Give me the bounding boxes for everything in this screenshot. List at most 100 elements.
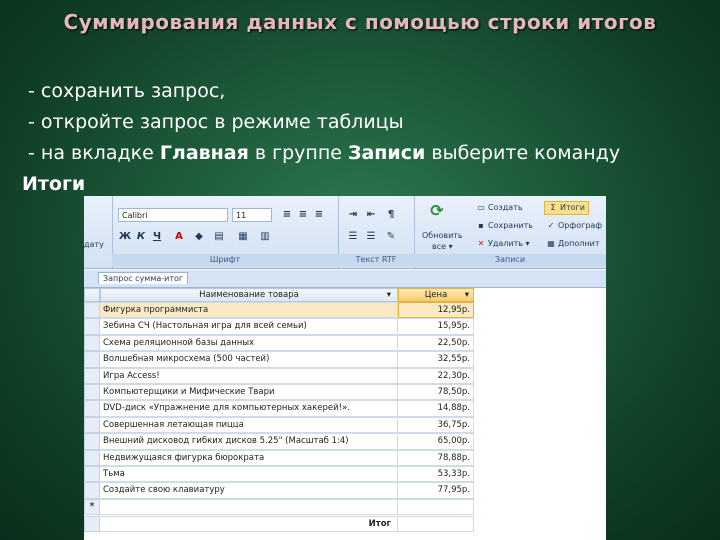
row-selector[interactable]	[84, 449, 100, 466]
gridlines-icon[interactable]: ▦	[236, 230, 250, 244]
price-cell[interactable]: 15,95р.	[398, 318, 474, 335]
row-selector[interactable]	[84, 302, 100, 319]
ribbon: дату Calibri 11 ≡ ≡ ≡ Ж К Ч A ◆ ▤ ▦ ▥ Шр…	[84, 196, 606, 269]
new-record-icon: ▭	[477, 203, 485, 212]
totals-label: Итоги	[560, 203, 585, 212]
product-name-cell[interactable]: Внешний дисковод гибких дисков 5.25" (Ма…	[100, 433, 398, 450]
new-record-row[interactable]: *	[84, 499, 606, 516]
product-name-cell[interactable]: Схема реляционной базы данных	[100, 334, 398, 352]
new-record-name-cell[interactable]	[100, 499, 398, 516]
row-selector[interactable]	[84, 416, 100, 434]
underline-icon[interactable]: Ч	[150, 230, 164, 244]
row-selector[interactable]	[84, 466, 100, 483]
price-cell[interactable]: 32,55р.	[398, 351, 474, 368]
row-selector[interactable]	[84, 318, 100, 335]
price-cell[interactable]: 36,75р.	[398, 416, 474, 434]
indent-icon[interactable]: ⇥	[346, 208, 360, 222]
spelling-label: Орфограф	[558, 221, 603, 230]
instruction-3-suffix: выберите команду	[425, 142, 621, 164]
column-header-price[interactable]: Цена ▾	[398, 288, 474, 302]
font-combo[interactable]: Calibri	[118, 208, 228, 222]
align-right-icon[interactable]: ≡	[312, 208, 326, 222]
records-group-label: Записи	[414, 254, 606, 266]
table-row[interactable]: Тьма 53,33р.	[84, 466, 606, 483]
column-header-name[interactable]: Наименование товара ▾	[100, 288, 398, 302]
slide-title: Суммирования данных с помощью строки ито…	[63, 10, 657, 34]
row-selector[interactable]	[84, 384, 100, 401]
alt-row-color-icon[interactable]: ▥	[258, 230, 272, 244]
instruction-1: - сохранить запрос,	[28, 80, 226, 102]
new-record-marker: *	[84, 499, 100, 516]
font-group-label: Шрифт	[112, 254, 338, 266]
delete-record-button[interactable]: ✕ Удалить ▾	[476, 238, 530, 250]
query-tab[interactable]: Запрос сумма-итог	[98, 272, 189, 284]
total-row: Итог	[84, 516, 606, 533]
table-row[interactable]: Схема реляционной базы данных 22,50р.	[84, 334, 606, 352]
table-row[interactable]: Совершенная летающая пицца 36,75р.	[84, 416, 606, 434]
price-cell[interactable]: 65,00р.	[398, 433, 474, 450]
highlight-icon[interactable]: ▤	[212, 230, 226, 244]
row-selector[interactable]	[84, 433, 100, 450]
product-name-cell[interactable]: Игра Access!	[100, 367, 398, 384]
table-row[interactable]: Компьютерщики и Мифические Твари 78,50р.	[84, 384, 606, 401]
new-record-price-cell[interactable]	[398, 499, 474, 516]
refresh-all-dropdown[interactable]: все ▾	[432, 241, 453, 253]
row-selector[interactable]	[84, 400, 100, 417]
table-row[interactable]: Недвижущаяся фигурка бюрократа 78,88р.	[84, 449, 606, 466]
price-cell[interactable]: 78,50р.	[398, 384, 474, 401]
refresh-icon[interactable]: ⟳	[430, 203, 444, 219]
product-name-cell[interactable]: Тьма	[100, 466, 398, 483]
highlight-text-icon[interactable]: ✎	[384, 230, 398, 244]
product-name-cell[interactable]: Компьютерщики и Мифические Твари	[100, 384, 398, 401]
bullets-icon[interactable]: ☰	[346, 230, 360, 244]
product-name-cell[interactable]: Создайте свою клавиатуру	[100, 482, 398, 499]
select-all-corner[interactable]	[84, 288, 100, 302]
row-selector[interactable]	[84, 334, 100, 352]
product-name-cell[interactable]: Фигурка программиста	[100, 302, 398, 319]
delete-record-label: Удалить ▾	[488, 239, 530, 248]
table-row[interactable]: Волшебная микросхема (500 частей) 32,55р.	[84, 351, 606, 368]
price-cell[interactable]: 53,33р.	[398, 466, 474, 483]
more-button[interactable]: ▦ Дополнит	[546, 238, 599, 250]
price-cell[interactable]: 77,95р.	[398, 482, 474, 499]
spelling-button[interactable]: ✓ Орфограф	[546, 220, 603, 232]
price-cell[interactable]: 22,50р.	[398, 334, 474, 352]
total-value-cell[interactable]	[398, 516, 474, 533]
row-selector[interactable]	[84, 351, 100, 368]
save-record-button[interactable]: ▪ Сохранить	[476, 220, 533, 232]
size-combo[interactable]: 11	[232, 208, 272, 222]
new-record-button[interactable]: ▭ Создать	[476, 202, 522, 214]
numbering-icon[interactable]: ☰	[364, 230, 378, 244]
price-cell[interactable]: 14,88р.	[398, 400, 474, 417]
column-price-dropdown-icon[interactable]: ▾	[465, 289, 469, 301]
font-group: Calibri 11 ≡ ≡ ≡ Ж К Ч A ◆ ▤ ▦ ▥ Шрифт	[112, 196, 339, 268]
table-row[interactable]: Создайте свою клавиатуру 77,95р.	[84, 482, 606, 499]
italic-icon[interactable]: К	[134, 230, 148, 244]
table-row[interactable]: Внешний дисковод гибких дисков 5.25" (Ма…	[84, 433, 606, 450]
product-name-cell[interactable]: Совершенная летающая пицца	[100, 416, 398, 434]
row-selector[interactable]	[84, 482, 100, 499]
price-cell[interactable]: 12,95р.	[398, 302, 474, 319]
product-name-cell[interactable]: DVD-диск «Упражнение для компьютерных ха…	[100, 400, 398, 417]
table-row[interactable]: Зебина СЧ (Настольная игра для всей семь…	[84, 318, 606, 335]
totals-button[interactable]: Σ Итоги	[544, 201, 589, 215]
table-row[interactable]: Игра Access! 22,30р.	[84, 367, 606, 384]
product-name-cell[interactable]: Волшебная микросхема (500 частей)	[100, 351, 398, 368]
table-row[interactable]: DVD-диск «Упражнение для компьютерных ха…	[84, 400, 606, 417]
outdent-icon[interactable]: ⇤	[364, 208, 378, 222]
total-row-selector[interactable]	[84, 516, 100, 533]
fill-color-icon[interactable]: ◆	[192, 230, 206, 244]
column-name-dropdown-icon[interactable]: ▾	[387, 289, 391, 301]
price-cell[interactable]: 78,88р.	[398, 449, 474, 466]
product-name-cell[interactable]: Недвижущаяся фигурка бюрократа	[100, 449, 398, 466]
table-row[interactable]: Фигурка программиста 12,95р.	[84, 302, 606, 319]
font-color-icon[interactable]: A	[172, 230, 186, 244]
price-cell[interactable]: 22,30р.	[398, 367, 474, 384]
more-icon: ▦	[547, 239, 555, 248]
ltr-icon[interactable]: ¶	[384, 208, 398, 222]
align-left-icon[interactable]: ≡	[280, 208, 294, 222]
align-center-icon[interactable]: ≡	[296, 208, 310, 222]
product-name-cell[interactable]: Зебина СЧ (Настольная игра для всей семь…	[100, 318, 398, 335]
bold-icon[interactable]: Ж	[118, 230, 132, 244]
row-selector[interactable]	[84, 367, 100, 384]
